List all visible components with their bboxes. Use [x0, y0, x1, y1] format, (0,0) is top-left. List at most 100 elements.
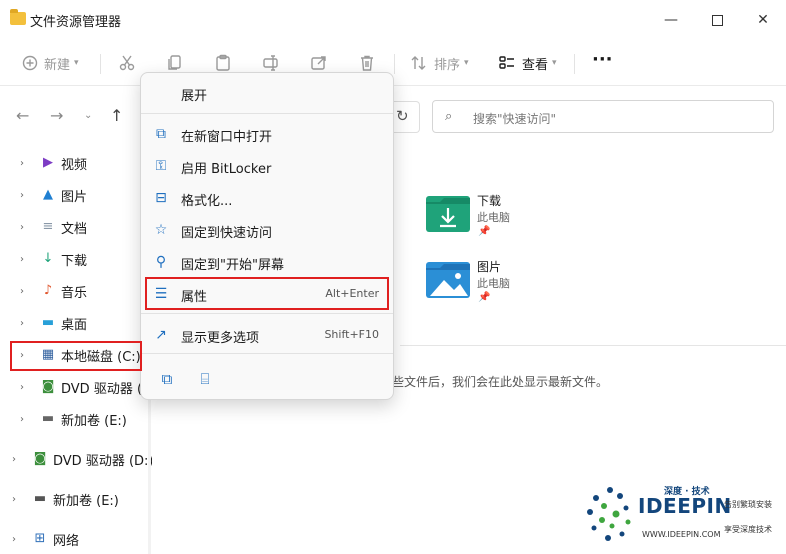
sidebar-item-label: 网络: [53, 533, 80, 549]
sidebar-item[interactable]: › ▬ 新加卷 (E:): [0, 406, 150, 432]
watermark: 深度 · 技术 IDEEPIN WWW.IDEEPIN.COM 告别繁琐安装 享…: [580, 480, 786, 554]
refresh-icon: ↻: [396, 107, 409, 125]
ideepin-logo-icon: [587, 487, 631, 541]
context-menu: 展开 ⧉ 在新窗口中打开 ⚿ 启用 BitLocker ⊟ 格式化... ☆ 固定到快速访问 ⚲ 固…: [140, 72, 394, 400]
cut-button[interactable]: [118, 52, 136, 74]
delete-button[interactable]: [358, 52, 376, 74]
rename-icon: ⌸: [200, 370, 210, 388]
context-menu-item[interactable]: 展开: [141, 77, 393, 109]
maximize-button[interactable]: [694, 0, 740, 40]
minimize-button[interactable]: —: [648, 0, 694, 40]
context-menu-label: 固定到"开始"屏幕: [181, 258, 284, 273]
sidebar-item[interactable]: › ⊞ 网络: [0, 526, 150, 552]
chevron-right-icon[interactable]: ›: [20, 286, 24, 297]
rename-button[interactable]: [262, 52, 280, 74]
context-menu-label: 格式化...: [181, 194, 233, 209]
rename-icon: [263, 55, 278, 71]
sidebar-item[interactable]: › ▲ 图片: [0, 182, 150, 208]
view-label: 查看: [522, 57, 549, 73]
sidebar-item[interactable]: › ▶ 视频: [0, 150, 150, 176]
toolbar-divider: [394, 54, 395, 74]
context-menu-item[interactable]: ⚿ 启用 BitLocker: [141, 150, 393, 182]
up-button[interactable]: ↑: [110, 106, 123, 125]
refresh-button[interactable]: ↻: [396, 107, 409, 125]
sidebar-item[interactable]: › ↓ 下载: [0, 246, 150, 272]
sidebar-item[interactable]: › ◙ DVD 驱动器 (D:): [0, 446, 154, 472]
chevron-down-icon: ⌄: [84, 110, 93, 121]
sidebar-item[interactable]: › ♪ 音乐: [0, 278, 150, 304]
view-button[interactable]: 查看 ▾: [498, 52, 557, 74]
chevron-down-icon: ▾: [464, 58, 469, 68]
folder-location: 此电脑: [477, 277, 510, 290]
copy-button[interactable]: ⧉: [155, 367, 179, 391]
documents-icon: ≡: [42, 219, 54, 234]
context-menu-item[interactable]: ↗ 显示更多选项 Shift+F10: [141, 319, 393, 351]
highlight-properties: [145, 277, 389, 310]
sort-icon: [411, 56, 426, 70]
watermark-side-text: 享受深度技术: [724, 525, 772, 534]
copy-icon: ⧉: [161, 370, 173, 388]
folder-item-downloads[interactable]: 下载 此电脑 📌: [426, 192, 546, 242]
chevron-right-icon[interactable]: ›: [20, 158, 24, 169]
context-menu-item[interactable]: ⚲ 固定到"开始"屏幕: [141, 246, 393, 278]
network-icon: ⊞: [34, 531, 46, 546]
chevron-down-icon: ▾: [74, 58, 79, 68]
context-menu-item[interactable]: ☆ 固定到快速访问: [141, 214, 393, 246]
sidebar-item-label: 音乐: [61, 285, 88, 301]
context-menu-item[interactable]: ⧉ 在新窗口中打开: [141, 118, 393, 150]
rename-button[interactable]: ⌸: [193, 367, 217, 391]
context-menu-label: 展开: [181, 89, 208, 104]
pin-icon: 📌: [478, 226, 491, 237]
context-menu-shortcut: Shift+F10: [324, 328, 379, 341]
watermark-url: WWW.IDEEPIN.COM: [642, 530, 721, 539]
folder-item-pictures[interactable]: 图片 此电脑 📌: [426, 258, 546, 308]
copy-icon: [168, 55, 181, 70]
window-title: 文件资源管理器: [30, 15, 122, 30]
toolbar-divider: [574, 54, 575, 74]
search-input[interactable]: ⌕ 搜索"快速访问": [432, 100, 774, 133]
chevron-right-icon[interactable]: ›: [20, 414, 24, 425]
open-new-window-icon: ⧉: [156, 126, 166, 142]
back-button[interactable]: ←: [16, 106, 29, 125]
section-divider: [400, 345, 786, 346]
chevron-right-icon[interactable]: ›: [20, 318, 24, 329]
chevron-right-icon[interactable]: ›: [20, 222, 24, 233]
pin-star-icon: ☆: [154, 222, 168, 238]
new-button[interactable]: 新建 ▾: [22, 52, 79, 74]
format-icon: ⊟: [155, 190, 167, 206]
chevron-right-icon[interactable]: ›: [20, 190, 24, 201]
copy-button[interactable]: [166, 52, 184, 74]
more-options-button[interactable]: ···: [592, 48, 613, 70]
chevron-right-icon[interactable]: ›: [12, 454, 16, 465]
share-button[interactable]: [310, 52, 328, 74]
watermark-side-text: 告别繁琐安装: [724, 500, 772, 509]
sidebar-item[interactable]: › ▬ 桌面: [0, 310, 150, 336]
context-menu-item[interactable]: ⊟ 格式化...: [141, 182, 393, 214]
paste-icon: [216, 54, 230, 71]
search-icon: ⌕: [445, 109, 453, 124]
chevron-right-icon[interactable]: ›: [20, 382, 24, 393]
recent-locations-button[interactable]: ⌄: [84, 110, 92, 121]
close-icon: ✕: [757, 12, 769, 28]
sidebar-item[interactable]: › ◙ DVD 驱动器 (D:): [0, 374, 161, 400]
scissors-icon: [119, 55, 135, 71]
chevron-right-icon[interactable]: ›: [12, 534, 16, 545]
paste-button[interactable]: [214, 52, 232, 74]
forward-button[interactable]: →: [50, 106, 63, 125]
more-icon: ···: [592, 48, 613, 70]
dvd-drive-icon: ◙: [33, 451, 47, 466]
sidebar-item-label: 文档: [61, 221, 88, 237]
download-icon: ↓: [42, 251, 54, 266]
sort-button[interactable]: 排序 ▾: [410, 52, 469, 74]
music-icon: ♪: [43, 283, 53, 298]
drive-icon: ▬: [41, 411, 55, 426]
sidebar-item[interactable]: › ▬ 新加卷 (E:): [0, 486, 150, 512]
highlight-local-disk: [10, 341, 142, 371]
sidebar-item-label: DVD 驱动器 (D:): [53, 453, 154, 469]
context-menu-separator: [141, 313, 393, 314]
close-button[interactable]: ✕: [740, 0, 786, 40]
chevron-right-icon[interactable]: ›: [20, 254, 24, 265]
chevron-right-icon[interactable]: ›: [12, 494, 16, 505]
maximize-icon: [711, 14, 723, 26]
sidebar-item[interactable]: › ≡ 文档: [0, 214, 150, 240]
